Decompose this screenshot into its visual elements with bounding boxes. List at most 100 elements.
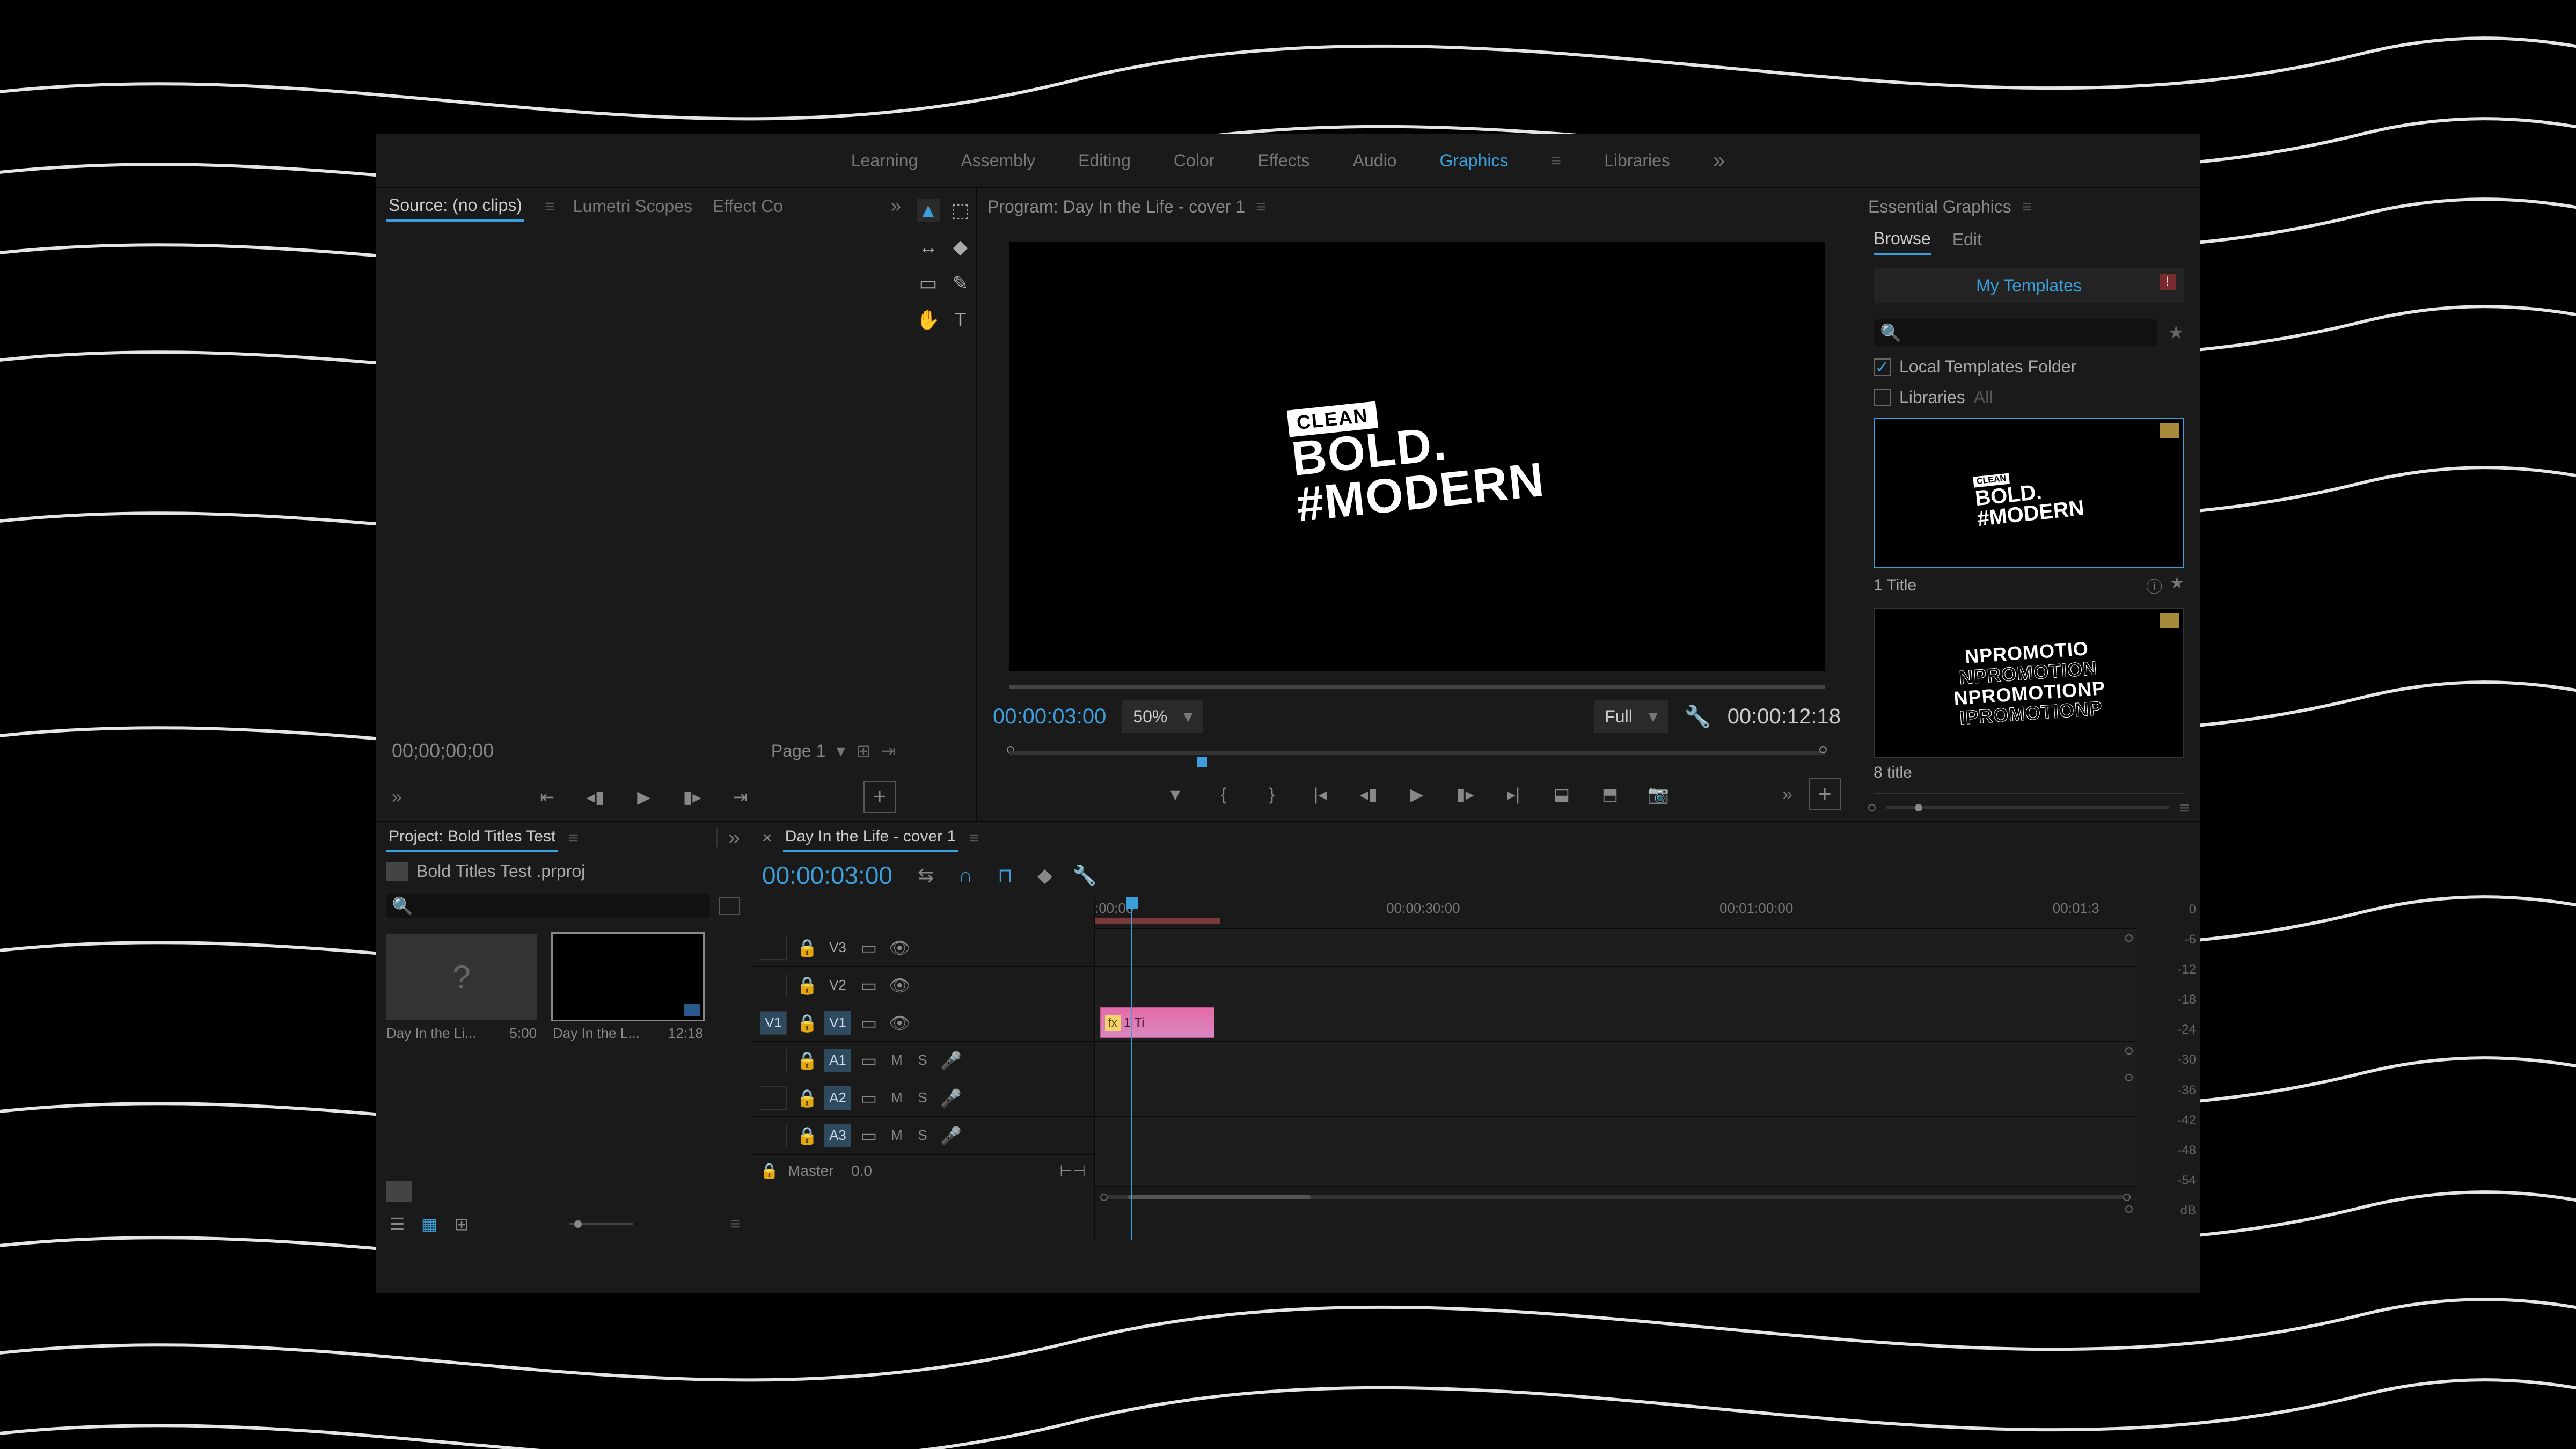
lock-icon[interactable]: 🔒 — [796, 938, 815, 958]
folder-icon[interactable] — [386, 1181, 412, 1202]
solo-icon[interactable]: S — [914, 1127, 931, 1144]
template-thumb-1[interactable]: CLEAN BOLD. #MODERN — [1874, 418, 2184, 568]
work-area-bar[interactable] — [1095, 918, 1220, 924]
voiceover-icon[interactable]: 🎤 — [940, 1125, 956, 1146]
libraries-filter[interactable]: All — [1974, 387, 1993, 407]
project-tab-menu-icon[interactable]: ≡ — [568, 828, 579, 848]
program-viewer[interactable]: CLEAN BOLD. #MODERN — [1009, 241, 1825, 671]
extract-icon[interactable]: ⬒ — [1597, 781, 1623, 808]
workspace-audio[interactable]: Audio — [1353, 151, 1397, 171]
go-to-out-icon[interactable]: ⇥ — [727, 784, 754, 810]
project-thumb[interactable]: ? — [386, 934, 537, 1020]
track-name[interactable]: A1 — [824, 1049, 851, 1072]
track-source-patch[interactable] — [760, 1086, 787, 1110]
timeline-tracks[interactable]: :00:00 00:00:30:00 00:01:00:00 00:01:3 f… — [1095, 897, 2136, 1240]
track-output-icon[interactable]: ▭ — [861, 1088, 879, 1108]
master-level[interactable]: 0.0 — [851, 1162, 872, 1180]
template-info-icon[interactable]: ⓘ — [2146, 574, 2162, 597]
mute-icon[interactable]: M — [889, 1052, 905, 1069]
hscroll-thumb[interactable] — [1128, 1195, 1311, 1199]
track-header-a2[interactable]: 🔒 A2 ▭ M S 🎤 — [751, 1079, 1094, 1117]
workspace-libraries[interactable]: Libraries — [1604, 151, 1670, 171]
track-name[interactable]: V1 — [824, 1011, 851, 1035]
tl-vscroll-top-icon[interactable] — [2125, 934, 2133, 942]
track-row-v3[interactable] — [1095, 929, 2136, 967]
marker-mode-icon[interactable]: ◆ — [1033, 863, 1057, 887]
lock-icon[interactable]: 🔒 — [760, 1162, 778, 1180]
track-header-a1[interactable]: 🔒 A1 ▭ M S 🎤 — [751, 1042, 1094, 1079]
align-tool-icon[interactable]: ↔ — [917, 235, 940, 259]
lock-icon[interactable]: 🔒 — [796, 975, 815, 996]
track-row-a3[interactable] — [1095, 1117, 2136, 1154]
solo-icon[interactable]: S — [914, 1052, 931, 1069]
hand-tool-icon[interactable]: ✋ — [917, 308, 940, 332]
export-frame-icon[interactable]: 📷 — [1645, 781, 1672, 808]
track-visibility-icon[interactable]: 👁 — [889, 938, 907, 958]
lock-icon[interactable]: 🔒 — [796, 1125, 815, 1146]
source-tab-effect[interactable]: Effect Co — [711, 192, 785, 221]
track-name[interactable]: A3 — [824, 1124, 851, 1147]
eg-search-input[interactable]: 🔍 — [1874, 319, 2157, 346]
template-item[interactable]: CLEAN BOLD. #MODERN 1 Title ⓘ ★ — [1874, 418, 2184, 597]
lock-icon[interactable]: 🔒 — [796, 1050, 815, 1071]
transport-overflow-icon[interactable]: » — [1782, 784, 1792, 805]
workspace-menu-icon[interactable]: ≡ — [1552, 151, 1562, 171]
tl-vscroll-bottom-icon[interactable] — [2125, 1205, 2133, 1213]
step-forward-icon[interactable]: ▮▸ — [679, 784, 706, 810]
project-thumb[interactable] — [553, 934, 703, 1020]
timeline-clip[interactable]: fx 1 Ti — [1100, 1007, 1214, 1038]
template-item[interactable]: COMING UP NEXT Angled Coming Up Next — [1874, 793, 2184, 794]
type-tool-icon[interactable]: T — [949, 308, 972, 332]
snap-icon[interactable]: ∩ — [954, 863, 977, 887]
source-fit-select[interactable]: Page 1 — [771, 741, 825, 761]
templates-list[interactable]: CLEAN BOLD. #MODERN 1 Title ⓘ ★ — [1857, 413, 2200, 794]
project-overflow-icon[interactable]: » — [728, 826, 740, 850]
workspace-assembly[interactable]: Assembly — [961, 151, 1035, 171]
solo-icon[interactable]: S — [914, 1089, 931, 1106]
mark-in-icon[interactable]: { — [1210, 781, 1237, 808]
timeline-tab-menu-icon[interactable]: ≡ — [969, 828, 979, 848]
selection-tool-icon[interactable]: ▲ — [917, 199, 940, 222]
voiceover-icon[interactable]: 🎤 — [940, 1050, 956, 1071]
source-tab-noclips[interactable]: Source: (no clips) — [386, 191, 524, 222]
timeline-settings-icon[interactable]: 🔧 — [1073, 863, 1096, 887]
program-ruler[interactable] — [1009, 751, 1825, 755]
track-output-icon[interactable]: ▭ — [861, 975, 879, 996]
workspace-color[interactable]: Color — [1174, 151, 1214, 171]
template-thumb-3[interactable]: COMING UP NEXT — [1874, 793, 2184, 794]
source-toggle-icon[interactable]: ⇥ — [881, 741, 896, 761]
master-balance-icon[interactable]: ⊢⊣ — [1059, 1162, 1086, 1180]
eg-menu-icon[interactable]: ≡ — [2022, 197, 2032, 217]
tl-vscroll-mid2-icon[interactable] — [2125, 1074, 2133, 1081]
timeline-hscroll[interactable] — [1108, 1195, 2123, 1199]
track-name[interactable]: V3 — [824, 936, 851, 960]
source-tab-menu-icon[interactable]: ≡ — [545, 196, 555, 216]
thumb-size-slider[interactable] — [569, 1223, 633, 1225]
template-thumb-2[interactable]: NPROMOTIO NPROMOTION NPROMOTIONP IPROMOT… — [1874, 608, 2184, 758]
program-title-menu-icon[interactable]: ≡ — [1256, 197, 1266, 217]
template-item[interactable]: NPROMOTIO NPROMOTION NPROMOTIONP IPROMOT… — [1874, 608, 2184, 782]
go-to-in-point-icon[interactable]: |◂ — [1307, 781, 1334, 808]
source-transport-overflow-icon[interactable]: » — [392, 787, 402, 808]
project-item[interactable]: Day In the L... 12:18 — [553, 934, 703, 1042]
source-setting-icon[interactable]: ⊞ — [856, 741, 870, 761]
eg-zoom-out-icon[interactable] — [1868, 804, 1876, 811]
eg-tab-browse[interactable]: Browse — [1874, 229, 1931, 255]
track-source-patch[interactable] — [760, 974, 787, 997]
icon-view-icon[interactable]: ▦ — [419, 1213, 440, 1235]
workspace-editing[interactable]: Editing — [1078, 151, 1131, 171]
program-settings-icon[interactable]: 🔧 — [1685, 704, 1711, 729]
tl-zoom-in-icon[interactable] — [2123, 1194, 2131, 1201]
go-to-in-icon[interactable]: ⇤ — [534, 784, 561, 810]
lock-icon[interactable]: 🔒 — [796, 1013, 815, 1033]
timeline-timecode[interactable]: 00:00:03:00 — [762, 861, 892, 890]
track-source-patch[interactable] — [760, 1049, 787, 1072]
track-output-icon[interactable]: ▭ — [861, 938, 879, 958]
master-track-header[interactable]: 🔒 Master 0.0 ⊢⊣ — [751, 1154, 1094, 1187]
source-tab-lumetri[interactable]: Lumetri Scopes — [571, 192, 694, 221]
program-zoom-select[interactable]: 50% ▾ — [1122, 700, 1203, 733]
rotate-tool-icon[interactable]: ◆ — [949, 235, 972, 259]
slider-knob[interactable] — [574, 1220, 582, 1228]
source-timecode[interactable]: 00;00;00;00 — [392, 740, 494, 762]
track-source-patch[interactable] — [760, 936, 787, 960]
